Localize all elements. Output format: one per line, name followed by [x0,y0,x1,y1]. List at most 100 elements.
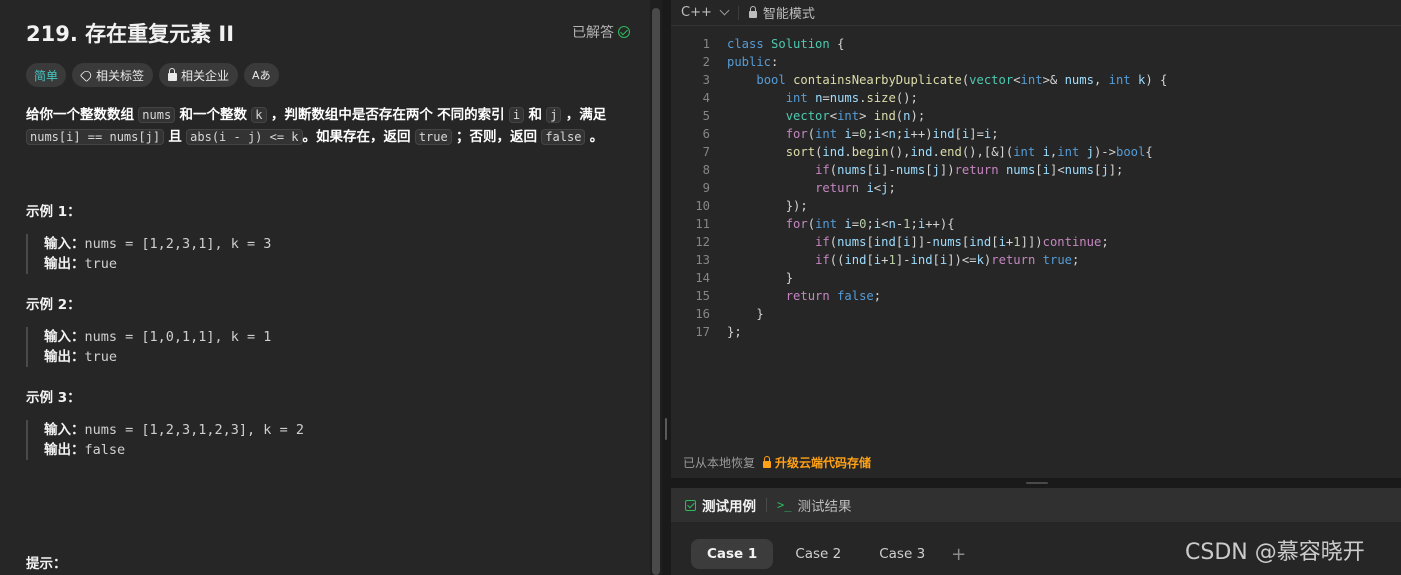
line-number: 9 [702,181,710,195]
code-line: 10 }); [671,197,1167,215]
input-label: 输入： [44,236,85,252]
tab-testcases[interactable]: 测试用例 [679,495,762,515]
line-number: 3 [702,73,710,87]
code-line: 7 sort(ind.begin(),ind.end(),[&](int i,i… [671,143,1167,161]
code-true: true [414,129,452,145]
code-line: 16 } [671,305,1167,323]
tab-test-results[interactable]: >_ 测试结果 [771,495,857,515]
related-tags-button[interactable]: 相关标签 [72,63,154,87]
code-line: 1 class Solution { [671,35,1167,53]
solved-label: 已解答 [572,25,614,41]
related-companies-button[interactable]: 相关企业 [159,63,239,87]
checkbox-icon [685,499,696,511]
code-area[interactable]: 1 class Solution { 2 public: 3 bool contai… [671,35,1167,341]
tag-icon [79,68,94,82]
case-tab-1[interactable]: Case 1 [691,539,774,569]
check-circle-icon [618,26,630,38]
related-companies-label: 相关企业 [181,68,230,83]
line-number: 17 [695,325,710,339]
splitter-grip[interactable] [665,418,667,440]
example-output: true [84,256,118,272]
lock-icon [748,5,757,18]
code-line: 3 bool containsNearbyDuplicate(vector<in… [671,71,1168,89]
desc-text: ；否则，返回 [456,129,538,145]
line-number: 7 [702,145,710,159]
example-input: nums = [1,0,1,1], k = 1 [84,329,272,345]
code-line: 8 if(nums[i]-nums[j])return nums[i]<nums… [671,161,1167,179]
example-2-block: 输入：nums = [1,0,1,1], k = 1 输出：true [26,327,586,367]
smart-mode-toggle[interactable]: 智能模式 [748,3,815,22]
problem-description-panel: 219. 存在重复元素 II 已解答 简单 相关标签 相关企业 Aあ 给你一个整… [0,0,650,575]
terminal-icon: >_ [777,498,792,512]
code-k: k [251,107,267,123]
line-number: 4 [702,91,710,105]
horizontal-splitter[interactable] [671,478,1401,488]
line-number: 12 [695,235,710,249]
desc-text: 和 [528,107,542,123]
chevron-down-icon [719,5,730,16]
code-line: 14 } [671,269,1167,287]
desc-text: ，满足 [565,107,607,123]
line-number: 10 [695,199,710,213]
tab-test-results-label: 测试结果 [797,499,852,515]
desc-text: 给你一个整数数组 [26,107,134,123]
watermark: CSDN @慕容晓开 [1185,540,1365,565]
line-number: 5 [702,109,710,123]
tab-testcases-label: 测试用例 [702,499,756,515]
tab-divider [766,498,767,512]
splitter-grip[interactable] [1026,482,1048,484]
related-tags-label: 相关标签 [96,68,145,83]
example-3-title: 示例 3： [26,390,81,406]
difficulty-badge[interactable]: 简单 [26,63,67,87]
code-abs: abs(i - j) <= k [186,129,303,145]
font-translate-button[interactable]: Aあ [244,63,279,87]
hints-title: 提示： [26,556,67,572]
example-input: nums = [1,2,3,1], k = 3 [84,236,272,252]
line-number: 16 [695,307,710,321]
desc-text: 和一个整数 [179,107,248,123]
code-line: 2 public: [671,53,1167,71]
desc-text: 。 [589,129,604,145]
line-number: 15 [695,289,710,303]
code-nums: nums [138,107,176,123]
code-line: 11 for(int i=0;i<n-1;i++){ [671,215,1167,233]
code-line: 13 if((ind[i+1]-ind[i])<=k)return true; [671,251,1167,269]
line-number: 1 [702,37,710,51]
case-tab-3[interactable]: Case 3 [863,539,941,569]
desc-text: 。如果存在，返回 [302,129,411,145]
example-3-block: 输入：nums = [1,2,3,1,2,3], k = 2 输出：false [26,420,586,460]
code-line: 15 return false; [671,287,1167,305]
add-case-button[interactable]: + [951,544,966,565]
editor-toolbar: C++ 智能模式 [671,0,1401,26]
toolbar-divider [737,5,739,20]
example-output: true [84,349,118,365]
problem-statement: 给你一个整数数组 nums 和一个整数 k ，判断数组中是否存在两个 不同的索引… [26,104,626,148]
line-number: 6 [702,127,710,141]
case-tab-2[interactable]: Case 2 [779,539,857,569]
lock-icon [763,455,772,468]
problem-tags: 简单 相关标签 相关企业 Aあ [26,63,279,87]
input-label: 输入： [44,422,85,438]
desc-text: 且 [168,129,182,145]
upgrade-storage-link[interactable]: 升级云端代码存储 [763,454,871,471]
example-input: nums = [1,2,3,1,2,3], k = 2 [84,422,304,438]
code-line: 6 for(int i=0;i<n;i++)ind[i]=i; [671,125,1167,143]
upgrade-label: 升级云端代码存储 [775,456,872,470]
test-tabs-bar: 测试用例 >_ 测试结果 [671,488,1401,522]
case-tabs: Case 1 Case 2 Case 3 + [691,539,966,569]
solved-status: 已解答 [572,22,630,42]
input-label: 输入： [44,329,85,345]
language-select[interactable]: C++ [681,5,730,20]
output-label: 输出： [44,256,85,272]
description-scrollbar[interactable] [650,0,662,575]
vertical-splitter[interactable] [662,0,671,575]
code-line: 4 int n=nums.size(); [671,89,1167,107]
line-number: 2 [702,55,710,69]
scrollbar-thumb[interactable] [652,8,660,575]
code-i: i [508,107,525,123]
example-1-title: 示例 1： [26,204,81,220]
desc-bold: 不同的索引 [437,107,505,123]
code-line: 9 return i<j; [671,179,1167,197]
code-line: 12 if(nums[ind[i]]-nums[ind[i+1]])contin… [671,233,1167,251]
code-line: 5 vector<int> ind(n); [671,107,1167,125]
